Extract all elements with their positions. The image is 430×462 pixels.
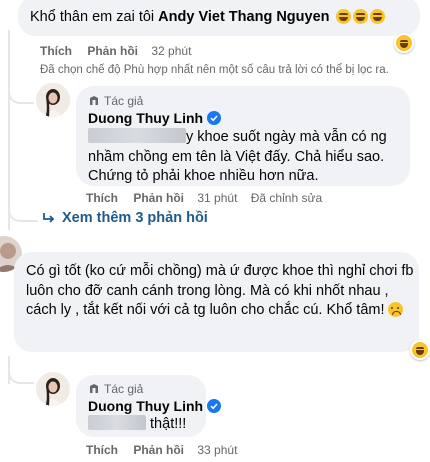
reply-bubble: Tác giả Duong Thuy Linh thật!!! [76, 375, 222, 437]
avatar[interactable] [36, 372, 70, 406]
reply-button[interactable]: Phản hồi [133, 443, 184, 457]
laughing-emoji-icon [369, 9, 385, 24]
thread-connector [8, 208, 38, 222]
thread-line [8, 30, 10, 230]
comment-body: Khổ thân em zai tôi [30, 9, 159, 25]
comment-text: Có gì tốt (ko cứ mỗi chồng) mà ứ được kh… [26, 262, 416, 321]
reply-text-rest: nhầm chồng em tên là Việt đấy. Chả hiểu … [88, 148, 385, 185]
author-tag: Tác giả [88, 94, 143, 108]
like-button[interactable]: Thích [86, 443, 118, 457]
author-tag-label: Tác giả [104, 94, 144, 108]
timestamp[interactable]: 32 phút [151, 44, 191, 58]
comment-text: Khổ thân em zai tôi Andy Viet Thang Nguy… [30, 8, 385, 28]
reaction-laugh-icon[interactable] [410, 340, 430, 360]
laughing-emoji-icon [352, 9, 368, 24]
reply-actions: Thích Phản hồi 33 phút [86, 443, 237, 458]
like-button[interactable]: Thích [86, 191, 118, 205]
reply-text: thật!!! [88, 415, 186, 435]
mention-link[interactable]: Andy Viet Thang Nguyen [158, 9, 329, 25]
timestamp[interactable]: 31 phút [197, 191, 237, 205]
reply-text-body: thật!!! [150, 416, 187, 432]
reply-button[interactable]: Phản hồi [87, 44, 138, 58]
reply-text-line1: y khoe suốt ngày mà vẫn có ng [186, 129, 387, 145]
author-tag: Tác giả [88, 382, 143, 396]
author-name[interactable]: Duong Thuy Linh [88, 109, 222, 127]
comment-bubble: Khổ thân em zai tôi Andy Viet Thang Nguy… [18, 0, 420, 36]
timestamp[interactable]: 33 phút [197, 443, 237, 457]
author-tag-label: Tác giả [104, 382, 144, 396]
reply-text: y khoe suốt ngày mà vẫn có ng nhầm chồng… [88, 128, 406, 187]
thread-connector [8, 370, 34, 384]
reply-arrow-icon [43, 213, 55, 223]
comment-bubble: Có gì tốt (ko cứ mỗi chồng) mà ứ được kh… [14, 252, 419, 352]
author-name-label[interactable]: Duong Thuy Linh [88, 397, 203, 415]
verified-badge-icon [207, 111, 222, 125]
comment-body: Có gì tốt (ko cứ mỗi chồng) mà ứ được kh… [26, 263, 414, 318]
more-replies-link[interactable]: Xem thêm 3 phản hồi [42, 210, 208, 226]
redacted-mention [88, 415, 146, 430]
thread-connector [8, 90, 34, 104]
laughing-emoji-icon [335, 9, 351, 24]
reply-actions: Thích Phản hồi 31 phút Đã chỉnh sửa [86, 191, 322, 206]
edited-label: Đã chỉnh sửa [250, 191, 323, 205]
comment-actions: Thích Phản hồi 32 phút [40, 44, 191, 59]
avatar[interactable] [36, 83, 70, 117]
sad-emoji-icon [387, 302, 403, 317]
more-replies-label[interactable]: Xem thêm 3 phản hồi [62, 210, 208, 226]
author-badge-icon [90, 384, 98, 393]
redacted-mention [88, 128, 186, 143]
author-name-label[interactable]: Duong Thuy Linh [88, 109, 203, 127]
filter-notice: Đã chọn chế độ Phù hợp nhất nên một số c… [40, 64, 389, 76]
reply-button[interactable]: Phản hồi [133, 191, 184, 205]
reaction-laugh-icon[interactable] [394, 33, 414, 53]
reply-bubble: Tác giả Duong Thuy Linh y khoe suốt ngày… [76, 86, 410, 186]
verified-badge-icon [207, 399, 222, 413]
author-badge-icon [90, 96, 98, 105]
like-button[interactable]: Thích [40, 44, 72, 58]
author-name[interactable]: Duong Thuy Linh [88, 397, 222, 415]
